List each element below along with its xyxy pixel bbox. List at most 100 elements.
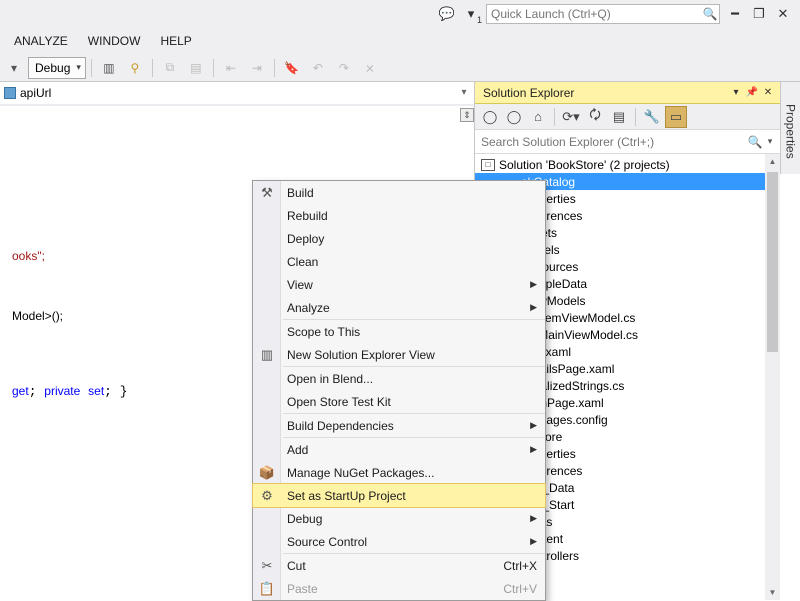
menu-item-label: New Solution Explorer View (287, 348, 435, 362)
new-item-icon[interactable]: ▥ (97, 56, 121, 80)
bookmark-icon[interactable]: 🔖 (280, 56, 304, 80)
menu-item[interactable]: Open Store Test Kit (253, 390, 545, 413)
restore-button[interactable]: ❐ (750, 5, 768, 23)
properties-icon[interactable]: 🔧 (641, 106, 663, 128)
properties-tab[interactable]: Properties (780, 82, 800, 174)
prev-bookmark-icon: ↶ (306, 56, 330, 80)
scrollbar[interactable]: ▲ ▼ (765, 154, 780, 600)
submenu-arrow-icon: ▶ (530, 302, 537, 313)
window-menu-icon[interactable]: ▾ (728, 85, 744, 101)
next-bookmark-icon: ↷ (332, 56, 356, 80)
menu-item[interactable]: Scope to This (253, 320, 545, 343)
forward-icon[interactable]: ◯ (503, 106, 525, 128)
collapse-icon[interactable]: ▤ (608, 106, 630, 128)
menu-item-label: Set as StartUp Project (287, 489, 406, 503)
menu-help[interactable]: HELP (150, 30, 201, 52)
menu-item-label: View (287, 278, 313, 292)
nuget-icon: 📦 (257, 463, 277, 483)
menu-item[interactable]: Source Control▶ (253, 530, 545, 553)
outdent-icon: ⇤ (219, 56, 243, 80)
solution-explorer-toolbar: ◯ ◯ ⌂ ⟳▾ 🗘 ▤ 🔧 ▭ (475, 104, 780, 130)
search-icon: 🔍 (701, 7, 719, 21)
menu-item[interactable]: Deploy (253, 227, 545, 250)
feedback-icon[interactable]: 💬 (438, 5, 456, 23)
menu-item[interactable]: ✂ Cut Ctrl+X (253, 554, 545, 577)
tool-window-title: Solution Explorer ▾ 📌 ✕ (475, 82, 780, 104)
toolbar-play-drop[interactable]: ▾ (2, 56, 26, 80)
menu-shortcut: Ctrl+X (503, 559, 537, 573)
menu-item[interactable]: Rebuild (253, 204, 545, 227)
submenu-arrow-icon: ▶ (530, 444, 537, 455)
notifications-icon[interactable]: ▾1 (462, 5, 480, 23)
separator (213, 59, 214, 77)
cut-icon: ✂ (257, 556, 277, 576)
menu-item-label: Scope to This (287, 325, 360, 339)
quick-launch-input[interactable] (487, 7, 701, 21)
menu-item[interactable]: ▥ New Solution Explorer View (253, 343, 545, 366)
menu-item[interactable]: Add▶ (253, 438, 545, 461)
menu-window[interactable]: WINDOW (78, 30, 151, 52)
submenu-arrow-icon: ▶ (530, 536, 537, 547)
scroll-down-icon[interactable]: ▼ (765, 585, 780, 600)
tree-item-label: MainViewModel.cs (538, 328, 638, 342)
solution-search-input[interactable] (481, 135, 746, 149)
search-drop-icon[interactable]: ▾ (764, 136, 776, 147)
submenu-arrow-icon: ▶ (530, 279, 537, 290)
nav-drop-icon[interactable]: ▾ (456, 84, 472, 100)
menu-item-label: Rebuild (287, 209, 328, 223)
menu-item[interactable]: Open in Blend... (253, 367, 545, 390)
close-icon[interactable]: ✕ (760, 85, 776, 101)
sync-icon[interactable]: ⟳▾ (560, 106, 582, 128)
solution-node[interactable]: □Solution 'BookStore' (2 projects) (475, 156, 780, 173)
find-icon[interactable]: ⚲ (123, 56, 147, 80)
minimize-button[interactable]: ━ (726, 5, 744, 23)
build-icon: ⚒ (257, 183, 277, 203)
menu-item-label: Open Store Test Kit (287, 395, 391, 409)
scroll-up-icon[interactable]: ▲ (765, 154, 780, 169)
window-icon: ▥ (257, 345, 277, 365)
solution-search[interactable]: 🔍 ▾ (475, 130, 780, 154)
separator (91, 59, 92, 77)
menu-item-label: Clean (287, 255, 318, 269)
split-gripper[interactable]: ⇕ (460, 108, 474, 122)
menu-item[interactable]: Analyze ▶ (253, 296, 545, 319)
separator (274, 59, 275, 77)
home-icon[interactable]: ⌂ (527, 106, 549, 128)
menu-item-label: Debug (287, 512, 322, 526)
refresh-icon[interactable]: 🗘 (584, 106, 606, 128)
menu-item-label: Analyze (287, 301, 330, 315)
back-icon[interactable]: ◯ (479, 106, 501, 128)
project-context-menu: ⚒ Build Rebuild Deploy Clean View ▶ Analyze ▶ Sco… (252, 180, 546, 601)
menu-item-label: Paste (287, 582, 318, 596)
menu-item: 📋PasteCtrl+V (253, 577, 545, 600)
menu-item[interactable]: Debug▶ (253, 507, 545, 530)
menu-item-label: Manage NuGet Packages... (287, 466, 434, 480)
editor-navbar: apiUrl ▾ (0, 82, 474, 106)
field-icon (4, 87, 16, 99)
search-icon: 🔍 (746, 135, 764, 149)
quick-launch[interactable]: 🔍 (486, 4, 720, 24)
menu-item[interactable]: 📦 Manage NuGet Packages... (253, 461, 545, 484)
member-dropdown[interactable]: apiUrl (4, 86, 51, 100)
menu-item-label: Build (287, 186, 314, 200)
scroll-thumb[interactable] (767, 172, 778, 352)
pin-icon[interactable]: 📌 (744, 85, 760, 101)
tree-item-label: ItemViewModel.cs (538, 311, 635, 325)
menu-item[interactable]: View ▶ (253, 273, 545, 296)
separator (635, 108, 636, 126)
menu-item-label: Deploy (287, 232, 324, 246)
menu-item[interactable]: Clean (253, 250, 545, 273)
menu-item[interactable]: Build Dependencies▶ (253, 414, 545, 437)
menu-item[interactable]: ⚙Set as StartUp Project (253, 484, 545, 507)
separator (554, 108, 555, 126)
menu-item-label: Cut (287, 559, 306, 573)
show-all-icon[interactable]: ▭ (665, 106, 687, 128)
config-combo[interactable]: Debug▾ (28, 57, 86, 79)
separator (152, 59, 153, 77)
menu-analyze[interactable]: ANALYZE (4, 30, 78, 52)
menu-item[interactable]: ⚒ Build (253, 181, 545, 204)
close-button[interactable]: ✕ (774, 5, 792, 23)
title-label: Solution Explorer (483, 86, 574, 100)
menu-shortcut: Ctrl+V (503, 582, 537, 596)
main-toolbar: ▾ Debug▾ ▥ ⚲ ⧉ ▤ ⇤ ⇥ 🔖 ↶ ↷ ⨯ (0, 54, 800, 82)
